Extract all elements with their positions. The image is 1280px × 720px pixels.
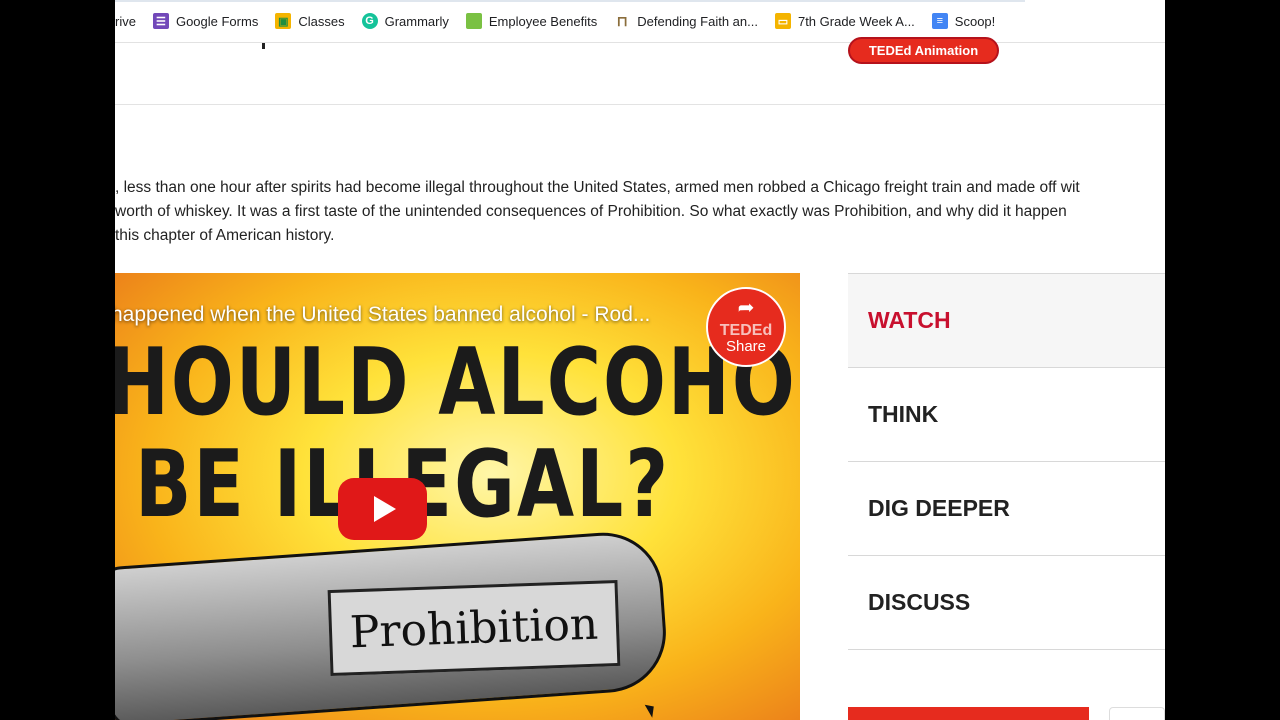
tab-think[interactable]: THINK (848, 368, 1165, 462)
browser-viewport: rive ☰ Google Forms ▣ Classes G Grammarl… (115, 0, 1165, 720)
bookmark-google-forms[interactable]: ☰ Google Forms (152, 9, 259, 33)
bookmark-7th-grade[interactable]: ▭ 7th Grade Week A... (774, 9, 915, 33)
bookmark-label: Google Forms (175, 13, 259, 29)
intro-line-1: , less than one hour after spirits had b… (115, 179, 1080, 196)
intro-line-3: this chapter of American history. (115, 227, 335, 244)
page-header: TEDEd Animation (115, 37, 1165, 105)
play-button[interactable] (338, 478, 427, 540)
classroom-icon: ▣ (275, 13, 292, 29)
bookmark-grammarly[interactable]: G Grammarly (361, 9, 449, 33)
video-player[interactable]: HOULD ALCOHOL BE ILLEGAL? Prohibition ha… (115, 273, 800, 720)
page-load-bar (115, 0, 1025, 2)
bookmark-label: Grammarly (384, 13, 449, 29)
ted-ed-animation-badge[interactable]: TEDEd Animation (848, 37, 999, 64)
share-arrow-icon: ➦ (737, 296, 755, 319)
bookmark-drive[interactable]: rive (115, 9, 136, 33)
intro-line-2: worth of whiskey. It was a first taste o… (115, 203, 1067, 220)
docs-icon: ≡ (931, 13, 948, 29)
bookmark-label: rive (115, 13, 136, 29)
bookmark-label: Defending Faith an... (637, 13, 758, 29)
lesson-intro: , less than one hour after spirits had b… (115, 176, 1165, 248)
bottle-label: Prohibition (327, 579, 621, 677)
bookmark-employee-benefits[interactable]: Employee Benefits (465, 9, 598, 33)
benefits-icon (465, 13, 482, 29)
bookmark-label: Employee Benefits (488, 13, 598, 29)
mouse-cursor-icon (644, 701, 659, 718)
forms-icon: ☰ (152, 13, 169, 29)
grammarly-icon: G (361, 13, 378, 29)
bookmark-label: Scoop! (954, 13, 996, 29)
bookmark-defending-faith[interactable]: ⊓ Defending Faith an... (614, 9, 758, 33)
share-label: Share (725, 337, 767, 355)
bookmark-scoop[interactable]: ≡ Scoop! (931, 9, 996, 33)
tab-discuss[interactable]: DISCUSS (848, 556, 1165, 650)
bookmark-label: 7th Grade Week A... (797, 13, 915, 29)
share-button[interactable]: ➦ TEDEd Share (706, 287, 786, 367)
tab-watch[interactable]: WATCH (848, 274, 1165, 368)
secondary-action-button[interactable] (1109, 707, 1165, 720)
bookmark-classes[interactable]: ▣ Classes (275, 9, 345, 33)
header-fragment (262, 43, 265, 49)
play-icon (373, 496, 396, 522)
thumbnail-headline-1: HOULD ALCOHOL (115, 329, 800, 437)
lesson-tabs: WATCH THINK DIG DEEPER DISCUSS (848, 273, 1165, 650)
primary-action-button[interactable] (848, 707, 1089, 720)
tab-dig-deeper[interactable]: DIG DEEPER (848, 462, 1165, 556)
bookmarks-bar: rive ☰ Google Forms ▣ Classes G Grammarl… (115, 0, 1165, 43)
bookmark-label: Classes (298, 13, 345, 29)
slides-icon: ▭ (774, 13, 791, 29)
ted-ed-logo: TEDEd (719, 321, 773, 339)
pillar-icon: ⊓ (616, 12, 628, 29)
video-title[interactable]: happened when the United States banned a… (115, 303, 650, 327)
